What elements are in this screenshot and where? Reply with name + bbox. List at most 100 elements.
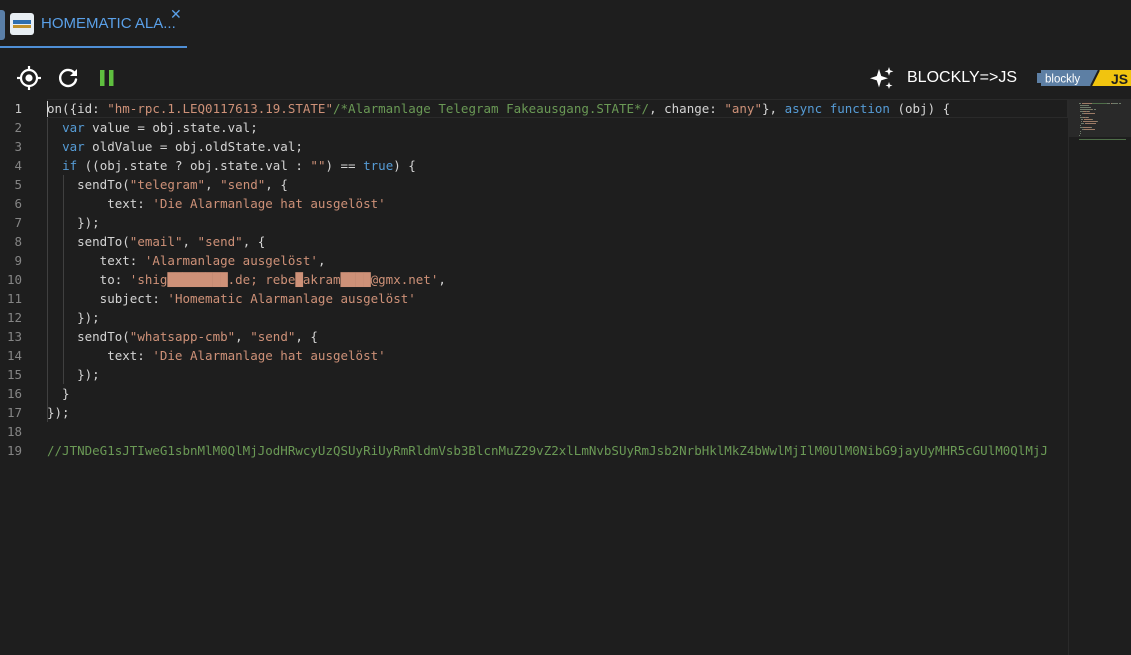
code-token: text: <box>47 348 153 363</box>
code-token: }); <box>47 215 100 230</box>
code-token: on({id: <box>47 101 108 116</box>
tab-bar: HOMEMATIC ALA... ✕ <box>0 0 1131 50</box>
close-icon[interactable]: ✕ <box>170 8 182 22</box>
code-token: "email" <box>129 234 183 249</box>
code-line[interactable]: var value = obj.state.val; <box>47 118 258 137</box>
code-token: 'Die Alarmanlage hat ausgelöst' <box>152 196 386 211</box>
code-token: 'Homematic Alarmanlage ausgelöst' <box>167 291 416 306</box>
code-token: async <box>784 101 823 116</box>
tab-script[interactable]: HOMEMATIC ALA... ✕ <box>0 0 187 49</box>
code-token: var <box>62 139 85 154</box>
code-token: ) { <box>393 158 416 173</box>
code-editor[interactable]: 1 2 3 4 5 6 7 8 9 10 11 12 13 14 15 16 17 18 19 on({id: "h… <box>0 99 1068 655</box>
code-token: ((obj.state ? obj.state.val : <box>77 158 311 173</box>
code-token: /*Alarmanlage Telegram Fakeausgang.STATE… <box>333 101 650 116</box>
code-line[interactable]: to: 'shig████████.de; rebe█akram████@gmx… <box>47 270 446 289</box>
code-token: , <box>205 177 221 192</box>
code-area[interactable]: on({id: "hm-rpc.1.LEQ0117613.19.STATE"/*… <box>47 99 1068 655</box>
code-line[interactable]: sendTo("whatsapp-cmb", "send", { <box>47 327 318 346</box>
code-token: sendTo( <box>47 177 130 192</box>
code-line[interactable]: } <box>47 384 70 403</box>
code-line[interactable]: }); <box>47 213 100 232</box>
code-line[interactable]: subject: 'Homematic Alarmanlage ausgelös… <box>47 289 416 308</box>
text-cursor <box>47 101 48 117</box>
code-token: 'Die Alarmanlage hat ausgelöst' <box>152 348 386 363</box>
code-line[interactable]: text: 'Die Alarmanlage hat ausgelöst' <box>47 346 386 365</box>
line-number: 12 <box>6 310 22 325</box>
line-number: 14 <box>6 348 22 363</box>
minimap-segment <box>1092 103 1107 104</box>
convert-blockly-js-button[interactable]: BLOCKLY=>JS <box>907 69 1017 87</box>
sparkle-icon[interactable] <box>868 65 896 93</box>
reload-button[interactable] <box>55 65 81 91</box>
minimap-segment <box>1079 139 1126 140</box>
line-number: 2 <box>14 120 22 135</box>
code-token: to: <box>47 272 130 287</box>
code-line[interactable]: text: 'Alarmanlage ausgelöst', <box>47 251 326 270</box>
code-line[interactable]: text: 'Die Alarmanlage hat ausgelöst' <box>47 194 386 213</box>
logo-blockly-text: blockly <box>1045 74 1080 86</box>
minimap-segment <box>1089 111 1091 112</box>
code-line[interactable]: var oldValue = obj.oldState.val; <box>47 137 303 156</box>
blockly-js-logo[interactable]: blockly JS <box>1037 67 1131 89</box>
pause-button[interactable] <box>94 65 120 91</box>
crosshair-icon <box>17 66 41 90</box>
tab-active-indicator <box>0 46 187 48</box>
line-number: 6 <box>14 196 22 211</box>
code-line[interactable]: sendTo("email", "send", { <box>47 232 265 251</box>
code-token: (obj) { <box>889 101 951 116</box>
locate-button[interactable] <box>16 65 42 91</box>
code-line[interactable]: }); <box>47 308 100 327</box>
line-number: 8 <box>14 234 22 249</box>
code-line[interactable]: //JTNDeG1sJTIweG1sbnMlM0QlMjJodHRwcyUzQS… <box>47 441 1048 460</box>
minimap-viewport[interactable] <box>1069 99 1131 137</box>
code-token: , <box>182 234 198 249</box>
line-number: 17 <box>6 405 22 420</box>
line-number: 15 <box>6 367 22 382</box>
code-token: "any" <box>724 101 762 116</box>
code-line[interactable]: on({id: "hm-rpc.1.LEQ0117613.19.STATE"/*… <box>47 99 950 118</box>
line-number: 3 <box>14 139 22 154</box>
code-token: 'Alarmanlage ausgelöst' <box>144 253 318 268</box>
minimap-segment <box>1080 115 1082 116</box>
line-number: 18 <box>6 424 22 439</box>
code-token: true <box>363 158 394 173</box>
code-token: "send" <box>197 234 243 249</box>
code-token: value = obj.state.val; <box>84 120 258 135</box>
minimap-segment <box>1081 103 1093 104</box>
editor-toolbar: BLOCKLY=>JS <box>0 55 1131 99</box>
minimap-segment <box>1095 109 1097 110</box>
line-number: 7 <box>14 215 22 230</box>
code-token: }, <box>761 101 785 116</box>
logo-js-text: JS <box>1111 71 1128 87</box>
code-token: }); <box>47 367 100 382</box>
minimap-segment <box>1091 119 1093 120</box>
minimap[interactable] <box>1068 99 1131 655</box>
code-line[interactable]: }); <box>47 365 100 384</box>
minimap-segment <box>1083 129 1095 130</box>
code-token: sendTo( <box>47 329 130 344</box>
minimap-segment <box>1080 131 1082 132</box>
code-token: }); <box>47 405 70 420</box>
minimap-segment <box>1090 127 1092 128</box>
code-line[interactable]: }); <box>47 403 70 422</box>
pause-icon <box>100 70 114 86</box>
code-line[interactable]: if ((obj.state ? obj.state.val : "") == … <box>47 156 416 175</box>
minimap-segment <box>1080 109 1091 110</box>
code-token: sendTo( <box>47 234 130 249</box>
code-token: , <box>317 253 326 268</box>
code-token: "" <box>310 158 326 173</box>
line-number: 11 <box>6 291 22 306</box>
code-token: "telegram" <box>129 177 206 192</box>
line-number: 9 <box>14 253 22 268</box>
code-token: } <box>47 386 70 401</box>
code-token: , { <box>265 177 288 192</box>
code-token: "send" <box>250 329 296 344</box>
minimap-segment <box>1088 117 1090 118</box>
code-line[interactable]: sendTo("telegram", "send", { <box>47 175 288 194</box>
code-token: , { <box>295 329 318 344</box>
